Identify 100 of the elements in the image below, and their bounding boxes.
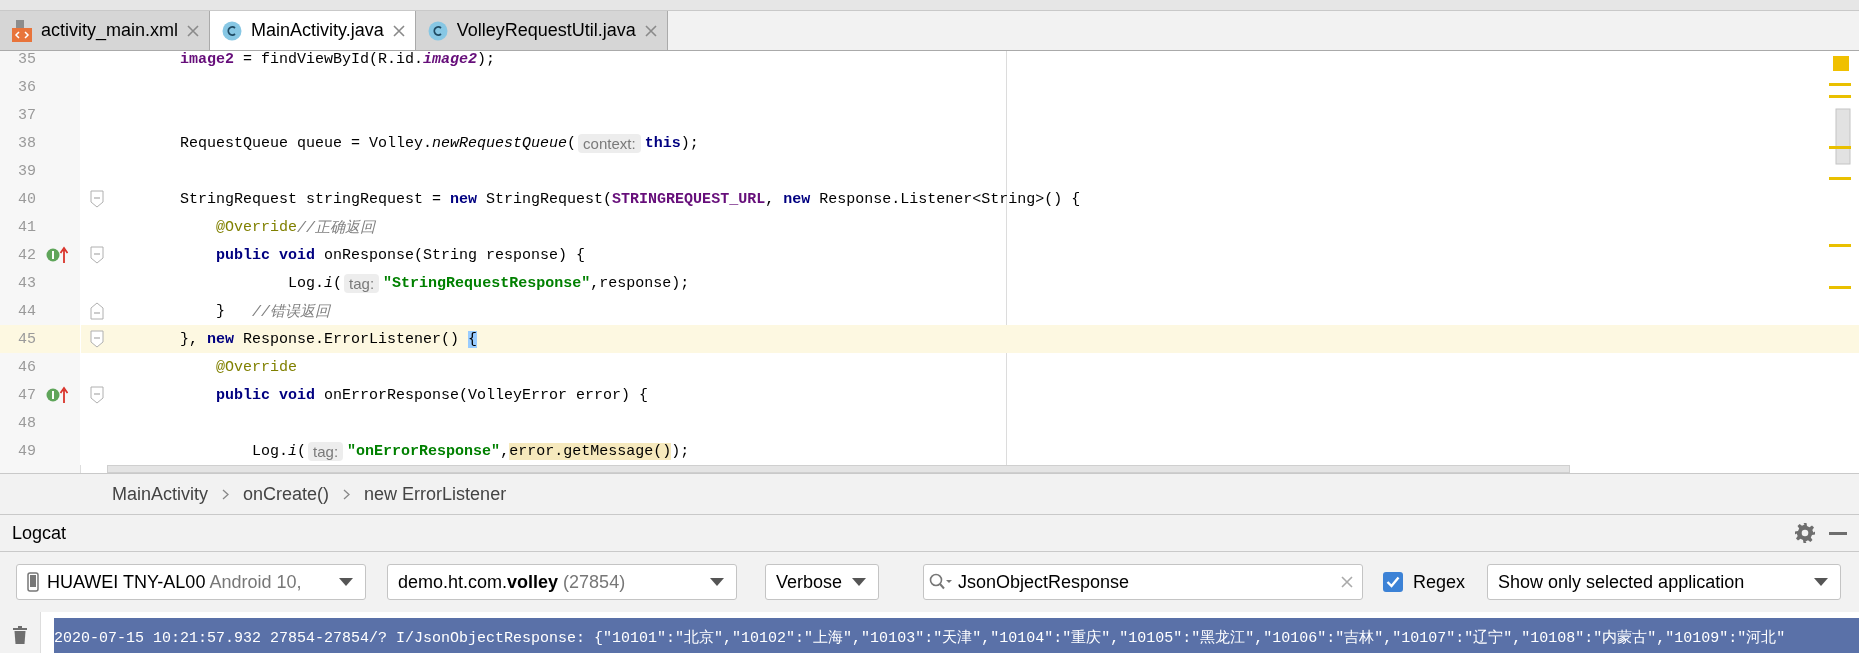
line-number: 44 [17, 301, 36, 322]
code-annotation: @Override [215, 218, 298, 236]
panel-title: Logcat [12, 522, 68, 544]
line-number: 37 [17, 105, 36, 126]
code-text: onResponse(String response) { [323, 246, 586, 264]
process-dropdown[interactable]: demo.ht.com.volley (27854) [387, 564, 737, 600]
code-text: ( [567, 134, 577, 152]
line-number: 49 [17, 441, 36, 462]
line-number: 35 [17, 51, 36, 70]
code-keyword: this [644, 134, 681, 152]
caret-icon [710, 578, 724, 586]
code-text: Log. [251, 442, 289, 460]
log-level-dropdown[interactable]: Verbose [765, 564, 879, 600]
minimize-icon[interactable] [1829, 531, 1847, 535]
string-literal: "onErrorResponse" [347, 442, 501, 460]
code-text: newRequestQueue [432, 134, 568, 152]
caret-icon [852, 578, 866, 586]
close-icon[interactable] [644, 24, 657, 37]
settings-icon[interactable] [1795, 523, 1815, 543]
caret-icon [339, 578, 353, 586]
code-text: ); [477, 51, 496, 68]
code-comment: //正确返回 [297, 218, 376, 237]
code-text: , [765, 190, 776, 208]
code-text: onErrorResponse(VolleyError error) { [323, 386, 649, 404]
code-text: i [324, 274, 334, 292]
code-text: Log. [287, 274, 325, 292]
close-icon[interactable] [187, 24, 200, 37]
line-number: 43 [17, 273, 36, 294]
parameter-hint: context: [578, 133, 641, 153]
chevron-icon [222, 488, 230, 500]
class-file-icon [427, 20, 448, 41]
check-icon [1386, 576, 1400, 588]
class-file-icon [222, 20, 243, 41]
breadcrumb-item[interactable]: new ErrorListener [364, 483, 507, 505]
filter-dropdown[interactable]: Show only selected application [1487, 564, 1842, 600]
code-keyword: new [450, 190, 478, 208]
editor-tab[interactable]: activity_main.xml [0, 11, 211, 50]
regex-checkbox[interactable] [1383, 572, 1403, 592]
line-number: 45 [0, 325, 36, 353]
device-dropdown[interactable]: HUAWEI TNY-AL00 Android 10, [16, 564, 366, 600]
code-text: } [215, 302, 227, 320]
line-number: 46 [17, 357, 36, 378]
code-keyword: public void [215, 386, 316, 404]
code-text: StringRequest( [485, 190, 613, 208]
code-text: }, [179, 330, 199, 348]
code-keyword: new [207, 330, 235, 348]
fold-icon[interactable] [90, 246, 104, 264]
breadcrumb-item[interactable]: MainActivity [112, 483, 209, 505]
fold-icon[interactable] [90, 302, 104, 320]
code-text: ); [680, 134, 699, 152]
clear-icon[interactable] [1341, 576, 1353, 588]
trash-icon[interactable] [13, 626, 27, 644]
code-text: , [500, 442, 510, 460]
xml-file-icon [12, 19, 32, 42]
phone-icon [27, 572, 39, 592]
code-annotation: @Override [215, 358, 298, 376]
code-text: ); [671, 442, 690, 460]
fold-icon[interactable] [90, 330, 104, 348]
chevron-icon [343, 488, 351, 500]
line-number: 48 [17, 413, 36, 434]
code-comment: //错误返回 [252, 302, 331, 321]
code-text: ( [297, 442, 307, 460]
horizontal-scrollbar[interactable] [107, 465, 1570, 473]
editor-tab[interactable]: VolleyRequestUtil.java [415, 11, 668, 50]
fold-icon[interactable] [90, 386, 104, 404]
code-keyword: public void [215, 246, 316, 264]
code-text: image2 [179, 51, 235, 68]
checkbox-label: Regex [1413, 571, 1466, 593]
caret-icon [1814, 578, 1829, 586]
code-text: STRINGREQUEST_URL [612, 190, 766, 208]
implements-marker-icon[interactable] [46, 246, 68, 264]
code-text: Response.ErrorListener() [242, 330, 461, 348]
string-literal: "StringRequestResponse" [383, 274, 591, 292]
code-text: image2 [423, 51, 478, 68]
line-number: 42 [17, 245, 36, 266]
code-text: RequestQueue queue = Volley. [179, 134, 433, 152]
implements-marker-icon[interactable] [46, 386, 68, 404]
line-number: 39 [17, 161, 36, 182]
matched-brace: { [468, 330, 478, 348]
code-text: StringRequest stringRequest = [179, 190, 443, 208]
search-icon[interactable] [929, 573, 953, 591]
line-number: 38 [17, 133, 36, 154]
line-number: 36 [17, 77, 36, 98]
parameter-hint: tag: [344, 273, 380, 293]
line-number: 40 [17, 189, 36, 210]
code-text: ,response); [590, 274, 690, 292]
code-text: = findViewById(R.id. [242, 51, 424, 68]
code-text: i [288, 442, 298, 460]
fold-icon[interactable] [90, 190, 104, 208]
code-text: ( [333, 274, 343, 292]
code-keyword: new [783, 190, 811, 208]
editor-tab[interactable]: MainActivity.java [210, 11, 416, 50]
code-text: Response.Listener<String>() { [818, 190, 1081, 208]
close-icon[interactable] [392, 24, 405, 37]
line-number: 41 [17, 217, 36, 238]
matched-code: error.getMessage() [509, 442, 672, 460]
breadcrumb-item[interactable]: onCreate() [243, 483, 330, 505]
parameter-hint: tag: [308, 441, 344, 461]
line-number: 47 [17, 385, 36, 406]
search-field[interactable]: JsonObjectResponse [923, 564, 1363, 600]
